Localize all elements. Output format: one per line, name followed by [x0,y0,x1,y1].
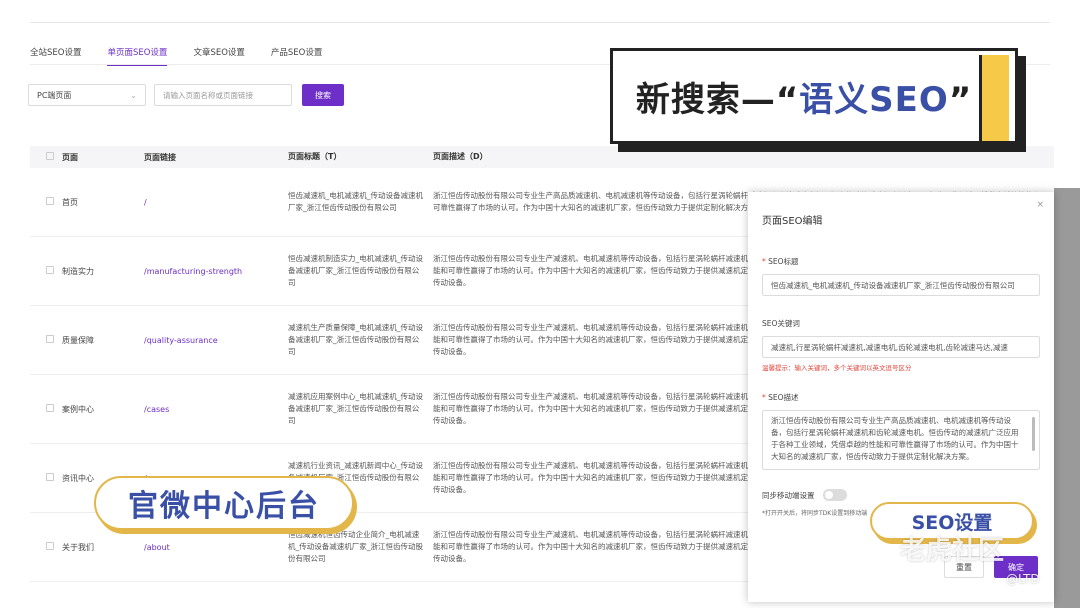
tab-site-seo[interactable]: 全站SEO设置 [30,46,81,66]
row-link[interactable]: / [144,198,288,207]
search-input[interactable]: 请输入页面名称或页面链接 [154,84,292,106]
row-checkbox[interactable] [46,266,54,274]
sync-mobile-note: *打开开关后，将同步TDK设置到移动端 [762,510,868,517]
top-divider [30,22,1050,23]
sync-mobile-label: 同步移动端设置 [762,490,815,500]
sync-mobile-toggle[interactable] [822,489,847,501]
sync-mobile-row: 同步移动端设置 [762,489,847,501]
row-title: 恒齿减速机_电机减速机_传动设备减速机厂家_浙江恒齿传动股份有限公司 [288,191,423,212]
seo-keywords-label: SEO关键词 [762,319,800,328]
semantic-seo-banner: 新搜索—“语义SEO” [610,48,1028,152]
textarea-scrollbar[interactable] [1032,417,1035,451]
seo-desc-label: * SEO描述 [762,393,799,402]
admin-callout: 官微中心后台 [94,476,354,530]
device-select-value: PC端页面 [37,90,72,100]
row-title: 减速机生产质量保障_电机减速机_传动设备减速机厂家_浙江恒齿传动股份有限公司 [288,323,423,356]
row-page: 案例中心 [62,404,94,414]
row-checkbox[interactable] [46,542,54,550]
banner-box: 新搜索—“语义SEO” [610,48,1018,144]
banner-accent [979,55,1009,141]
header-page: 页面 [62,152,78,162]
device-select[interactable]: PC端页面 ⌄ [28,84,146,106]
seo-keywords-input[interactable]: 减速机,行星涡轮蜗杆减速机,减速电机,齿轮减速电机,齿轮减速马达,减速 [762,336,1040,358]
header-title: 页面标题（T） [288,152,342,161]
row-link[interactable]: /manufacturing-strength [144,267,288,276]
row-page: 质量保障 [62,335,94,345]
row-checkbox[interactable] [46,473,54,481]
seo-title-label: * SEO标题 [762,257,799,266]
seo-desc-textarea[interactable]: 浙江恒齿传动股份有限公司专业生产高品质减速机、电机减速机等传动设备，包括行星涡轮… [762,410,1040,470]
banner-text: 新搜索—“语义SEO” [636,72,972,121]
seo-desc-value: 浙江恒齿传动股份有限公司专业生产高品质减速机、电机减速机等传动设备，包括行星涡轮… [771,416,1019,461]
tab-article-seo[interactable]: 文章SEO设置 [193,46,244,66]
row-page: 首页 [62,197,78,207]
seo-title-input[interactable]: 恒齿减速机_电机减速机_传动设备减速机厂家_浙江恒齿传动股份有限公司 [762,274,1040,296]
row-checkbox[interactable] [46,197,54,205]
banner-suffix: ” [948,79,973,120]
seo-tabs: 全站SEO设置 单页面SEO设置 文章SEO设置 产品SEO设置 [30,46,348,66]
banner-highlight: 语义SEO [799,79,949,120]
search-button[interactable]: 搜索 [302,84,344,106]
page: 全站SEO设置 单页面SEO设置 文章SEO设置 产品SEO设置 PC端页面 ⌄… [0,0,1080,608]
row-title: 恒齿减速机恒齿传动企业简介_电机减速机_传动设备减速机厂家_浙江恒齿传动股份有限… [288,530,423,563]
header-desc: 页面描述（D） [433,152,488,161]
watermark-text: 老虎社区 [900,536,1005,566]
select-all-checkbox[interactable] [46,152,54,160]
chevron-down-icon: ⌄ [130,90,137,100]
close-icon[interactable]: × [1036,200,1044,210]
row-title: 恒齿减速机制造实力_电机减速机_传动设备减速机厂家_浙江恒齿传动股份有限公司 [288,254,423,287]
row-page: 关于我们 [62,542,94,552]
banner-prefix: 新搜索—“ [635,79,800,120]
row-link[interactable]: /cases [144,405,288,414]
row-checkbox[interactable] [46,335,54,343]
tab-product-seo[interactable]: 产品SEO设置 [271,46,322,66]
filter-toolbar: PC端页面 ⌄ 请输入页面名称或页面链接 搜索 [28,84,344,106]
watermark-handle: @LTD [1006,572,1040,586]
row-link[interactable]: /about [144,543,288,552]
seo-keywords-hint: 温馨提示：输入关键词，多个关键词以英文逗号区分 [762,364,912,372]
row-page: 制造实力 [62,266,94,276]
tab-page-seo[interactable]: 单页面SEO设置 [107,46,168,66]
row-title: 减速机应用案例中心_电机减速机_传动设备减速机厂家_浙江恒齿传动股份有限公司 [288,392,423,425]
row-link[interactable]: /quality-assurance [144,336,288,345]
modal-title: 页面SEO编辑 [762,216,823,227]
modal-overlay [1054,188,1080,608]
header-link: 页面链接 [144,152,176,162]
row-checkbox[interactable] [46,404,54,412]
